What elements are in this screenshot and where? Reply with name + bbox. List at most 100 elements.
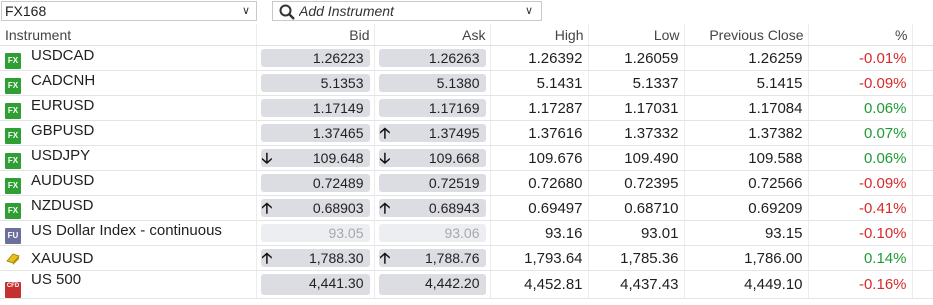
high-value: 1.26392: [490, 45, 589, 71]
low-value: 4,437.43: [588, 270, 685, 299]
table-row[interactable]: FX USDJPY 🡣 109.648 🡣 109.668 109.676 109.4…: [0, 145, 933, 171]
percent-change-value: -0.09%: [808, 170, 913, 196]
table-row[interactable]: FX EURUSD 1.17149 1.17169 1.17287 1.17031…: [0, 95, 933, 121]
ask-cell[interactable]: 5.1380: [374, 70, 491, 96]
low-value: 1.37332: [588, 120, 685, 146]
low-value: 1.17031: [588, 95, 685, 121]
high-value: 4,452.81: [490, 270, 589, 299]
percent-change-value: -0.01%: [808, 45, 913, 71]
instrument-cell[interactable]: FX EURUSD: [0, 95, 257, 121]
bid-cell[interactable]: 5.1353: [256, 70, 375, 96]
arrow-up-icon: 🡡: [379, 200, 391, 217]
bid-cell[interactable]: 4,441.30: [256, 270, 375, 299]
table-row[interactable]: FX USDCAD 1.26223 1.26263 1.26392 1.26059…: [0, 45, 933, 71]
table-row[interactable]: FX AUDUSD 0.72489 0.72519 0.72680 0.72395…: [0, 170, 933, 196]
instrument-cell[interactable]: FX GBPUSD: [0, 120, 257, 146]
bid-value: 1,788.30: [260, 249, 370, 267]
table-row[interactable]: FX NZDUSD 🡡 0.68903 🡡 0.68943 0.69497 0.687…: [0, 195, 933, 221]
column-header-low[interactable]: Low: [588, 24, 685, 46]
percent-change-value: -0.09%: [808, 70, 913, 96]
percent-change-value: -0.16%: [808, 270, 913, 299]
add-instrument-box[interactable]: ∨: [272, 1, 542, 21]
bid-cell[interactable]: 🡣 109.648: [256, 145, 375, 171]
ask-cell[interactable]: 0.72519: [374, 170, 491, 196]
table-row[interactable]: CFD US 500 4,441.30 4,442.20 4,452.81 4,4…: [0, 270, 933, 299]
table-header: Instrument Bid Ask High Low Previous Clo…: [0, 24, 933, 46]
bid-value: 1.37465: [260, 124, 370, 142]
bid-cell[interactable]: 1.26223: [256, 45, 375, 71]
column-header-instrument[interactable]: Instrument: [0, 24, 257, 46]
bid-cell[interactable]: 1.17149: [256, 95, 375, 121]
instrument-cell[interactable]: FX CADCNH: [0, 70, 257, 96]
ask-cell[interactable]: 🡣 109.668: [374, 145, 491, 171]
ask-cell[interactable]: 4,442.20: [374, 270, 491, 299]
low-value: 5.1337: [588, 70, 685, 96]
bid-cell[interactable]: 1.37465: [256, 120, 375, 146]
arrow-up-icon: 🡡: [261, 250, 273, 267]
chevron-down-icon[interactable]: ∨: [525, 2, 533, 20]
instrument-cell[interactable]: CFD US 500: [0, 270, 257, 299]
high-value: 0.72680: [490, 170, 589, 196]
quotes-table: Instrument Bid Ask High Low Previous Clo…: [0, 24, 933, 299]
search-icon: [279, 4, 295, 20]
bid-cell[interactable]: 0.72489: [256, 170, 375, 196]
ask-value: 1.17169: [378, 99, 486, 117]
row-spacer: [912, 70, 933, 96]
column-header-bid[interactable]: Bid: [256, 24, 375, 46]
instrument-cell[interactable]: FU US Dollar Index - continuous: [0, 220, 257, 246]
arrow-up-icon: 🡡: [261, 200, 273, 217]
instrument-name: USDJPY: [31, 147, 91, 164]
table-row[interactable]: FX CADCNH 5.1353 5.1380 5.1431 5.1337 5.1…: [0, 70, 933, 96]
bid-cell[interactable]: 🡡 0.68903: [256, 195, 375, 221]
fx-badge-icon: FX: [5, 178, 21, 194]
ask-value: 0.68943: [378, 199, 486, 217]
list-selector[interactable]: FX168 ∨: [1, 1, 257, 21]
instrument-cell[interactable]: FX AUDUSD: [0, 170, 257, 196]
bid-cell[interactable]: 93.05: [256, 220, 375, 246]
high-value: 1.17287: [490, 95, 589, 121]
bid-value: 5.1353: [260, 74, 370, 92]
fx-badge-icon: FX: [5, 103, 21, 119]
instrument-name: USDCAD: [31, 47, 95, 64]
column-header-blank: [912, 24, 933, 46]
bid-cell[interactable]: 🡡 1,788.30: [256, 245, 375, 271]
toolbar: FX168 ∨ ∨: [0, 0, 933, 24]
high-value: 109.676: [490, 145, 589, 171]
instrument-cell[interactable]: FX NZDUSD: [0, 195, 257, 221]
previous-close-value: 1,786.00: [684, 245, 809, 271]
percent-change-value: 0.07%: [808, 120, 913, 146]
column-header-previous-close[interactable]: Previous Close: [684, 24, 809, 46]
instrument-name: CADCNH: [31, 72, 96, 89]
percent-change-value: 0.14%: [808, 245, 913, 271]
row-spacer: [912, 270, 933, 299]
ask-cell[interactable]: 🡡 0.68943: [374, 195, 491, 221]
table-row[interactable]: FX GBPUSD 1.37465 🡡 1.37495 1.37616 1.3733…: [0, 120, 933, 146]
instrument-cell[interactable]: FX USDCAD: [0, 45, 257, 71]
ask-cell[interactable]: 1.17169: [374, 95, 491, 121]
previous-close-value: 109.588: [684, 145, 809, 171]
fx-badge-icon: FX: [5, 153, 21, 169]
gold-bar-icon: [5, 250, 21, 266]
arrow-down-icon: 🡣: [261, 150, 273, 167]
ask-cell[interactable]: 93.06: [374, 220, 491, 246]
table-row[interactable]: XAUUSD 🡡 1,788.30 🡡 1,788.76 1,793.64 1,78…: [0, 245, 933, 271]
fx-badge-icon: FX: [5, 78, 21, 94]
instrument-cell[interactable]: XAUUSD: [0, 245, 257, 271]
ask-cell[interactable]: 🡡 1,788.76: [374, 245, 491, 271]
row-spacer: [912, 95, 933, 121]
previous-close-value: 1.26259: [684, 45, 809, 71]
previous-close-value: 1.37382: [684, 120, 809, 146]
instrument-name: NZDUSD: [31, 197, 94, 214]
ask-cell[interactable]: 1.26263: [374, 45, 491, 71]
add-instrument-input[interactable]: [299, 2, 499, 20]
instrument-name: US Dollar Index - continuous: [31, 222, 222, 239]
ask-cell[interactable]: 🡡 1.37495: [374, 120, 491, 146]
column-header-ask[interactable]: Ask: [374, 24, 491, 46]
table-row[interactable]: FU US Dollar Index - continuous 93.05 93.…: [0, 220, 933, 246]
instrument-name: US 500: [31, 271, 82, 288]
column-header-high[interactable]: High: [490, 24, 589, 46]
futures-badge-icon: FU: [5, 228, 21, 244]
instrument-cell[interactable]: FX USDJPY: [0, 145, 257, 171]
bid-value: 0.68903: [260, 199, 370, 217]
column-header-percent[interactable]: %: [808, 24, 913, 46]
